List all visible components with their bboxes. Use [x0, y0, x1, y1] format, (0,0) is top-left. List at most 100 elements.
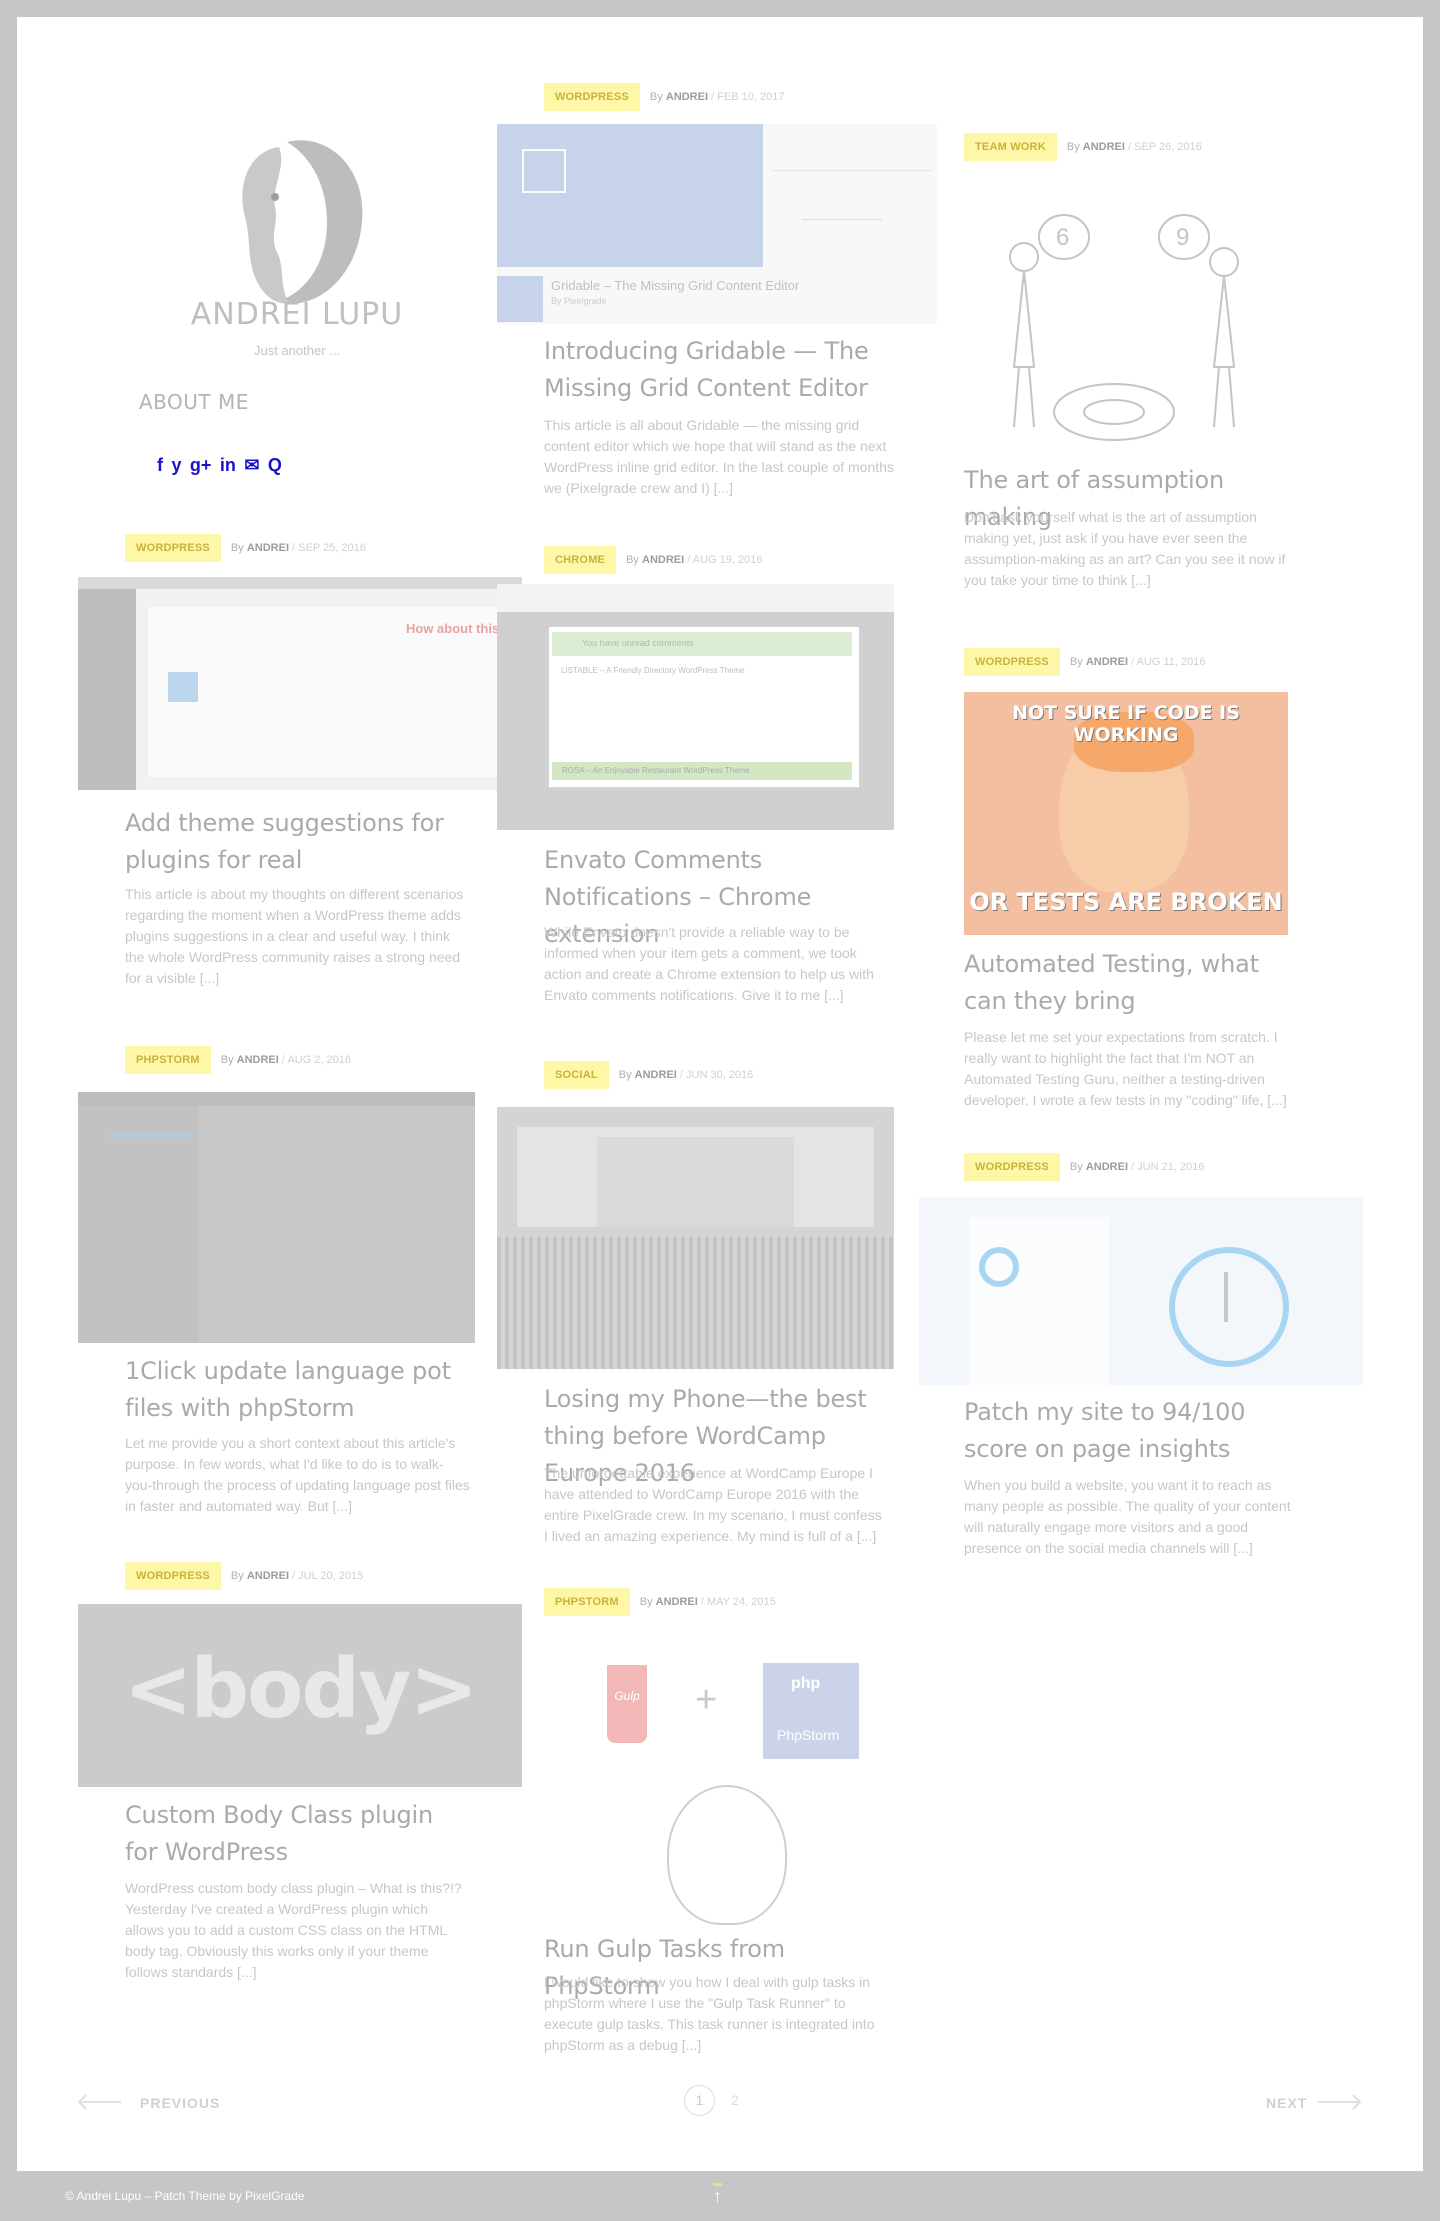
post-image[interactable]: Gulp + php PhpStorm [577, 1635, 877, 1925]
post-meta: PHPSTORM By ANDREI / MAY 24, 2015 [544, 1588, 776, 1616]
image-item: LISTABLE – A Friendly Directory WordPres… [561, 666, 745, 675]
google-plus-icon[interactable]: g+ [190, 455, 212, 475]
youtube-icon[interactable]: y [171, 455, 181, 475]
post-excerpt: Please let me set your expectations from… [964, 1029, 1287, 1108]
post-meta: TEAM WORK By ANDREI / SEP 26, 2016 [964, 133, 1202, 161]
post-meta: WORDPRESS By ANDREI / JUN 21, 2016 [964, 1153, 1204, 1181]
post-title[interactable]: Introducing Gridable — The Missing Grid … [544, 333, 874, 407]
category-badge[interactable]: PHPSTORM [125, 1046, 211, 1074]
post-author[interactable]: ANDREI [635, 1069, 677, 1081]
page: ANDREI LUPU Just another ... ABOUT ME f … [17, 17, 1423, 2171]
post-date[interactable]: FEB 10, 2017 [717, 91, 784, 103]
post-author[interactable]: ANDREI [247, 1570, 289, 1582]
phpstorm-label: PhpStorm [777, 1727, 840, 1743]
meme-top-text: NOT SURE IF CODE IS WORKING [1012, 702, 1240, 746]
post-image[interactable]: Gridable – The Missing Grid Content Edit… [497, 124, 937, 324]
next-arrow-icon[interactable] [1318, 2094, 1362, 2110]
post-meta: CHROME By ANDREI / AUG 19, 2016 [544, 546, 762, 574]
post-title[interactable]: 1Click update language pot files with ph… [125, 1353, 455, 1427]
menu-about-me[interactable]: ABOUT ME [139, 390, 249, 414]
post-author[interactable]: ANDREI [1083, 141, 1125, 153]
post-excerpt: This article is all about Gridable — the… [544, 417, 894, 496]
post-image[interactable]: How about this? [78, 577, 522, 790]
image-body-text: <body> [123, 1642, 479, 1737]
gulp-logo-text: Gulp [614, 1689, 640, 1703]
image-item: ROSA – An Enjoyable Restaurant WordPress… [552, 762, 852, 780]
post-image[interactable]: <body> [78, 1604, 522, 1787]
post-excerpt: This article is about my thoughts on dif… [125, 886, 464, 986]
post-title[interactable]: Automated Testing, what can they bring [964, 946, 1294, 1020]
post-meta: WORDPRESS By ANDREI / AUG 11, 2016 [964, 648, 1205, 676]
page-2-link[interactable]: 2 [731, 2092, 739, 2108]
next-link[interactable]: NEXT [1266, 2095, 1307, 2111]
image-caption: Gridable – The Missing Grid Content Edit… [551, 278, 800, 293]
post-excerpt: Don't ask yourself what is the art of as… [964, 509, 1286, 588]
post-author[interactable]: ANDREI [1086, 656, 1128, 668]
post-excerpt: While Envato doesn't provide a reliable … [544, 924, 874, 1003]
post-author[interactable]: ANDREI [666, 91, 708, 103]
search-icon[interactable]: Q [268, 455, 282, 475]
phpstorm-logo-text: php [791, 1675, 821, 1692]
mail-icon[interactable]: ✉ [244, 455, 259, 475]
post-meta: WORDPRESS By ANDREI / JUL 20, 2015 [125, 1562, 363, 1590]
footer-credits: © Andrei Lupu – Patch Theme by PixelGrad… [65, 2189, 304, 2203]
post-excerpt: The unforgettable experience at WordCamp… [544, 1465, 882, 1544]
post-date[interactable]: SEP 25, 2016 [298, 542, 366, 554]
post-date[interactable]: SEP 26, 2016 [1134, 141, 1202, 153]
post-excerpt: When you build a website, you want it to… [964, 1477, 1291, 1556]
category-badge[interactable]: WORDPRESS [964, 648, 1060, 676]
meme-bottom-text: OR TESTS ARE BROKEN [969, 888, 1283, 916]
post-image[interactable]: You have unread comments LISTABLE – A Fr… [497, 584, 894, 830]
category-badge[interactable]: WORDPRESS [125, 1562, 221, 1590]
image-notice: You have unread comments [552, 632, 852, 656]
post-author[interactable]: ANDREI [656, 1596, 698, 1608]
post-title[interactable]: Patch my site to 94/100 score on page in… [964, 1394, 1294, 1468]
category-badge[interactable]: TEAM WORK [964, 133, 1057, 161]
category-badge[interactable]: WORDPRESS [125, 534, 221, 562]
back-to-top-icon[interactable]: ↑ [713, 2183, 722, 2206]
footer-brand-link[interactable]: PixelGrade [245, 2189, 304, 2203]
category-badge[interactable]: PHPSTORM [544, 1588, 630, 1616]
facebook-icon[interactable]: f [157, 455, 163, 475]
social-links: f y g+ in ✉ Q [157, 455, 377, 476]
post-image[interactable] [497, 1107, 894, 1369]
category-badge[interactable]: SOCIAL [544, 1061, 609, 1089]
post-author[interactable]: ANDREI [237, 1054, 279, 1066]
site-title[interactable]: ANDREI LUPU [117, 297, 477, 332]
post-author[interactable]: ANDREI [247, 542, 289, 554]
previous-arrow-icon[interactable] [77, 2094, 121, 2110]
page-1-link[interactable]: 1 [684, 2085, 715, 2116]
site-footer: © Andrei Lupu – Patch Theme by PixelGrad… [0, 2171, 1440, 2221]
plus-sign: + [695, 1679, 718, 1721]
svg-text:6: 6 [1056, 224, 1069, 251]
site-tagline: Just another ... [254, 343, 340, 358]
post-date[interactable]: JUN 30, 2016 [686, 1069, 753, 1081]
post-title[interactable]: Add theme suggestions for plugins for re… [125, 805, 455, 879]
post-date[interactable]: AUG 2, 2016 [287, 1054, 351, 1066]
site-logo[interactable] [217, 127, 367, 317]
post-image[interactable]: NOT SURE IF CODE IS WORKING OR TESTS ARE… [964, 692, 1288, 935]
post-image[interactable] [919, 1197, 1363, 1385]
post-date[interactable]: AUG 11, 2016 [1137, 656, 1206, 668]
category-badge[interactable]: CHROME [544, 546, 617, 574]
post-excerpt: I would like to show you how I deal with… [544, 1974, 875, 2053]
post-author[interactable]: ANDREI [1086, 1161, 1128, 1173]
post-date[interactable]: JUN 21, 2016 [1137, 1161, 1204, 1173]
previous-link[interactable]: PREVIOUS [140, 2095, 220, 2111]
post-image[interactable]: 6 9 [964, 197, 1284, 447]
post-date[interactable]: MAY 24, 2015 [707, 1596, 776, 1608]
linkedin-icon[interactable]: in [220, 455, 236, 475]
post-meta: SOCIAL By ANDREI / JUN 30, 2016 [544, 1061, 753, 1089]
post-date[interactable]: AUG 19, 2016 [693, 554, 763, 566]
post-excerpt: Let me provide you a short context about… [125, 1435, 470, 1514]
category-badge[interactable]: WORDPRESS [964, 1153, 1060, 1181]
post-meta: WORDPRESS By ANDREI / SEP 25, 2016 [125, 534, 366, 562]
post-image[interactable] [78, 1092, 475, 1343]
post-meta: PHPSTORM By ANDREI / AUG 2, 2016 [125, 1046, 351, 1074]
post-meta: WORDPRESS By ANDREI / FEB 10, 2017 [544, 83, 784, 111]
post-author[interactable]: ANDREI [642, 554, 684, 566]
post-title[interactable]: Custom Body Class plugin for WordPress [125, 1797, 455, 1871]
svg-text:9: 9 [1176, 224, 1189, 251]
category-badge[interactable]: WORDPRESS [544, 83, 640, 111]
post-date[interactable]: JUL 20, 2015 [298, 1570, 363, 1582]
